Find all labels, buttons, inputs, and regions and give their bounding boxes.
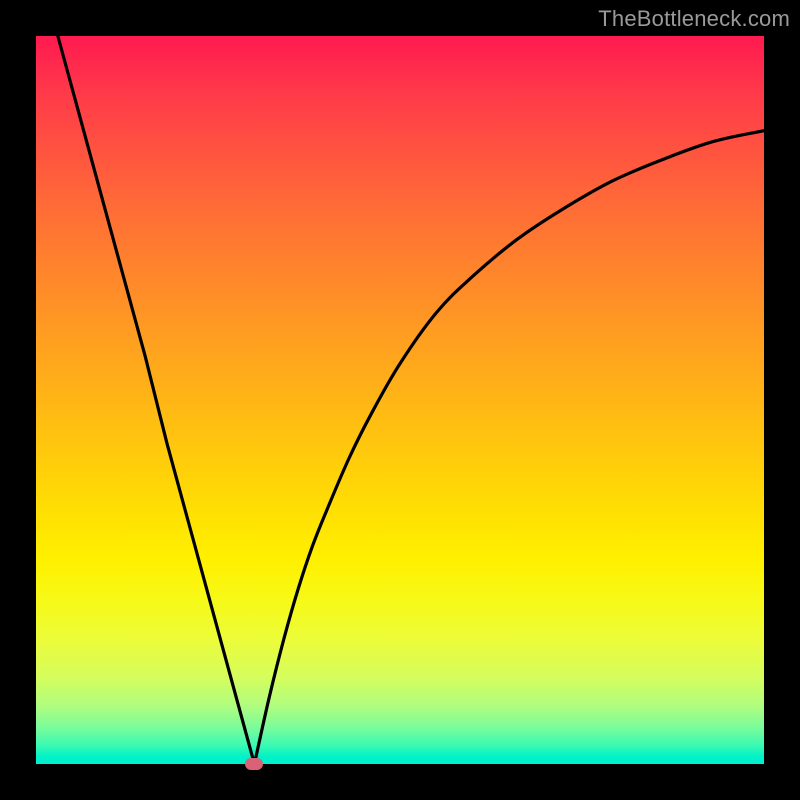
bottleneck-curve — [36, 36, 764, 764]
plot-area — [36, 36, 764, 764]
chart-frame: TheBottleneck.com — [0, 0, 800, 800]
watermark-text: TheBottleneck.com — [598, 6, 790, 32]
curve-path — [58, 36, 764, 764]
min-marker — [245, 758, 263, 770]
